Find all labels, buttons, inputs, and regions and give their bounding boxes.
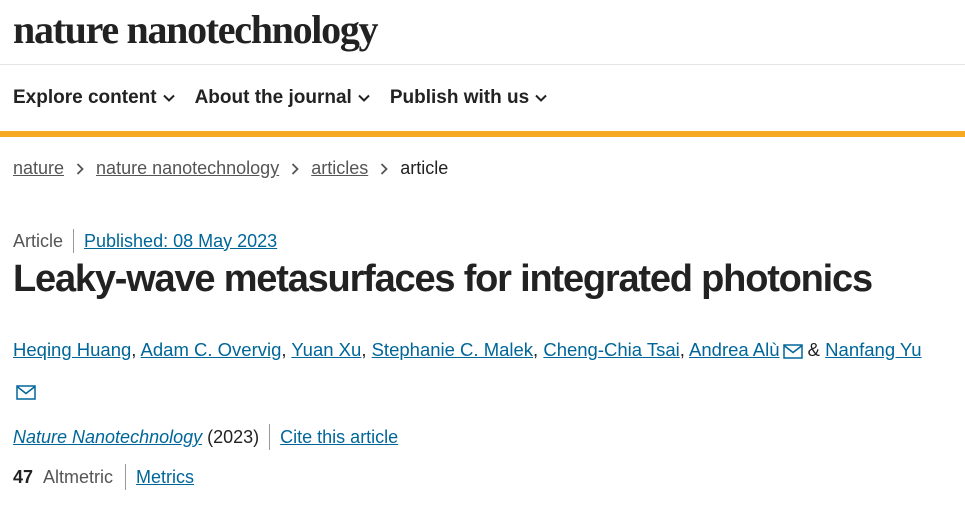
journal-link[interactable]: Nature Nanotechnology [13, 427, 202, 448]
citation-row: Nature Nanotechnology (2023) Cite this a… [13, 424, 398, 450]
breadcrumb-link-nature[interactable]: nature [13, 158, 64, 179]
journal-logo[interactable]: nature nanotechnology [13, 6, 379, 53]
author-separator: & [802, 339, 826, 360]
chevron-right-icon [380, 162, 388, 175]
site-header: nature nanotechnology [0, 0, 965, 65]
author-link[interactable]: Andrea Alù [689, 339, 780, 360]
metrics-link[interactable]: Metrics [136, 467, 194, 488]
mail-icon[interactable] [16, 375, 36, 413]
article-type: Article [13, 229, 75, 253]
nav-explore-content[interactable]: Explore content [13, 87, 175, 109]
chevron-down-icon [162, 94, 175, 102]
nav-label: About the journal [194, 87, 352, 108]
author-link[interactable]: Nanfang Yu [825, 339, 921, 360]
breadcrumb-link-journal[interactable]: nature nanotechnology [96, 158, 279, 179]
breadcrumb-current: article [400, 158, 449, 178]
cite-this-article-link[interactable]: Cite this article [280, 427, 398, 448]
author-link[interactable]: Stephanie C. Malek [372, 339, 533, 360]
nav-about-the-journal[interactable]: About the journal [195, 87, 370, 109]
breadcrumb: nature nature nanotechnology articles ar… [13, 158, 448, 179]
author-separator: , [361, 339, 372, 360]
nav-publish-with-us[interactable]: Publish with us [390, 87, 547, 109]
article-meta: Article Published: 08 May 2023 [13, 229, 277, 253]
metrics-row: 47 Altmetric Metrics [13, 464, 194, 490]
author-separator: , [533, 339, 544, 360]
altmetric-score: 47 [13, 466, 34, 487]
mail-icon[interactable] [782, 334, 803, 372]
publication-year: (2023) [207, 424, 271, 450]
chevron-right-icon [76, 162, 84, 175]
author-separator: , [281, 339, 292, 360]
chevron-down-icon [535, 94, 547, 102]
author-list: Heqing Huang, Adam C. Overvig, Yuan Xu, … [13, 331, 943, 413]
author-separator: , [679, 339, 690, 360]
altmetric-label: Altmetric [43, 464, 127, 490]
chevron-down-icon [358, 94, 370, 102]
nav-label: Publish with us [389, 87, 530, 108]
author-link[interactable]: Yuan Xu [291, 339, 361, 360]
article-title: Leaky-wave metasurfaces for integrated p… [13, 258, 873, 300]
main-nav: Explore content About the journal Publis… [0, 65, 965, 137]
author-link[interactable]: Heqing Huang [13, 339, 131, 360]
chevron-right-icon [291, 162, 299, 175]
author-link[interactable]: Adam C. Overvig [141, 339, 282, 360]
breadcrumb-link-articles[interactable]: articles [311, 158, 368, 179]
author-link[interactable]: Cheng-Chia Tsai [543, 339, 679, 360]
author-separator: , [131, 339, 141, 360]
published-date-link[interactable]: Published: 08 May 2023 [84, 231, 277, 252]
nav-label: Explore content [13, 87, 157, 108]
